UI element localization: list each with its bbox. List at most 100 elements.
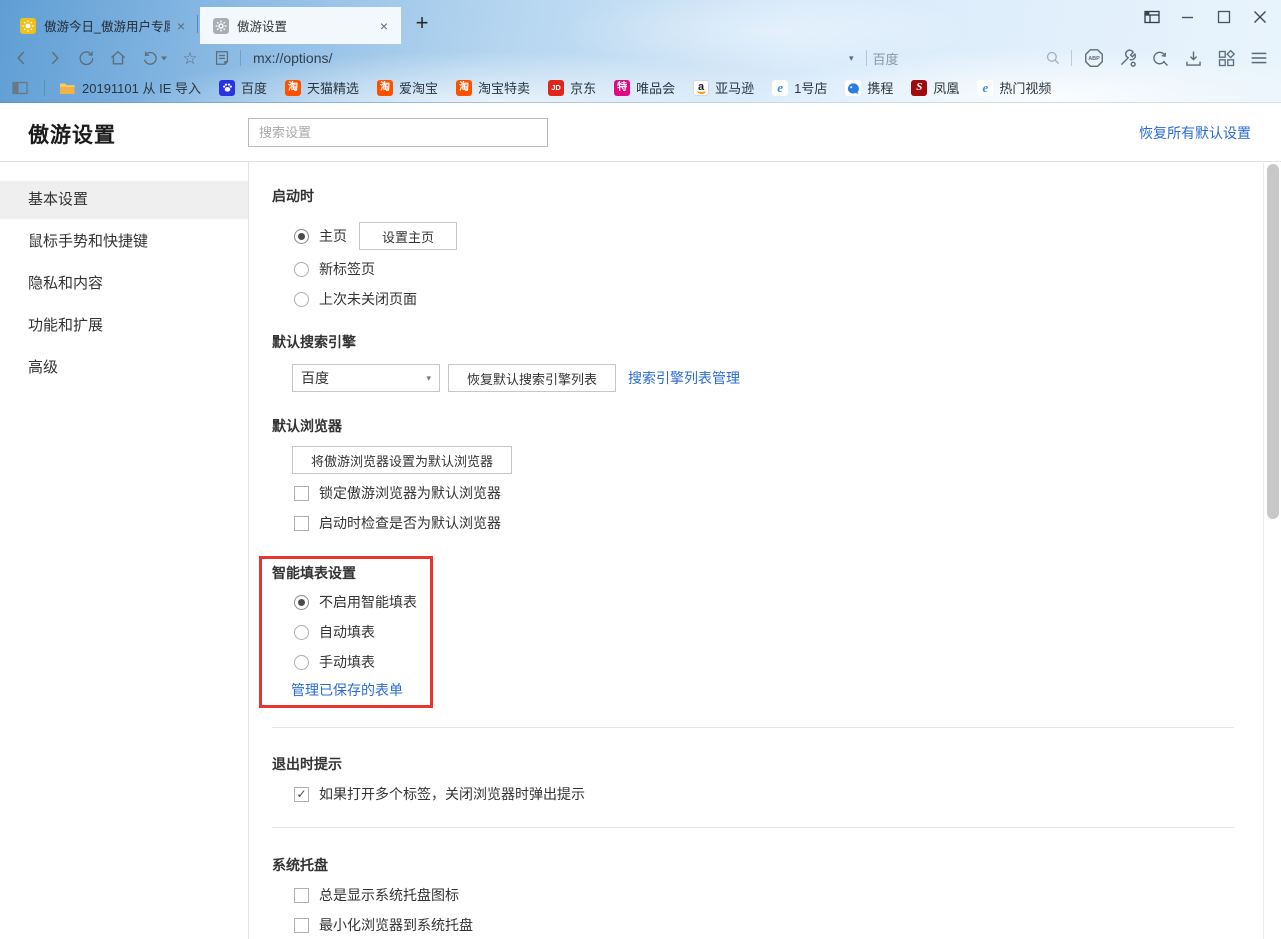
reload-icon[interactable] (74, 46, 98, 70)
bookmark-label: 20191101 从 IE 导入 (82, 78, 201, 97)
smart-fill-option-disable[interactable]: 不启用智能填表 (272, 588, 1264, 616)
check-default-on-start-option[interactable]: 启动时检查是否为默认浏览器 (272, 509, 1264, 537)
option-label: 手动填表 (319, 652, 375, 672)
manage-engine-list-link[interactable]: 搜索引擎列表管理 (628, 368, 740, 388)
refresh-search-icon[interactable] (1148, 46, 1172, 70)
checkbox-icon[interactable] (294, 888, 309, 903)
notes-icon[interactable] (210, 46, 234, 70)
restore-engine-list-button[interactable]: 恢复默认搜索引擎列表 (448, 364, 616, 392)
bookmark-tmall[interactable]: 淘 天猫精选 (285, 78, 359, 97)
sidebar-item-features-extensions[interactable]: 功能和扩展 (0, 307, 248, 345)
favorites-star-icon[interactable]: ☆ (178, 46, 202, 70)
bookmark-folder-ie-import[interactable]: 20191101 从 IE 导入 (59, 78, 201, 97)
adblock-abp-icon[interactable]: ABP (1082, 46, 1106, 70)
sidebar-item-mouse-gestures[interactable]: 鼠标手势和快捷键 (0, 223, 248, 261)
smart-fill-option-auto[interactable]: 自动填表 (272, 618, 1264, 646)
wrench-tools-icon[interactable] (1115, 46, 1139, 70)
checkbox-icon[interactable] (294, 516, 309, 531)
checkbox-checked-icon[interactable]: ✓ (294, 787, 309, 802)
bookmark-taobao-sale[interactable]: 淘 淘宝特卖 (456, 78, 530, 97)
option-label: 新标签页 (319, 259, 375, 279)
set-homepage-button[interactable]: 设置主页 (359, 222, 457, 250)
bookmark-amazon[interactable]: a 亚马逊 (693, 78, 754, 97)
window-controls (1141, 6, 1271, 28)
maximize-icon[interactable] (1213, 6, 1235, 28)
back-icon[interactable] (10, 46, 34, 70)
tab-title: 傲游设置 (237, 16, 373, 35)
tray-always-show-option[interactable]: 总是显示系统托盘图标 (272, 881, 1264, 909)
bookmark-vip[interactable]: 特 唯品会 (614, 78, 675, 97)
settings-search-input[interactable] (248, 118, 548, 147)
main-menu-icon[interactable] (1247, 46, 1271, 70)
section-divider (272, 727, 1234, 728)
tab-maxthon-today[interactable]: 傲游今日_傲游用户专属的网 × (8, 7, 194, 44)
tab-title: 傲游今日_傲游用户专属的网 (44, 16, 170, 35)
toolbar-icons: ABP (1082, 46, 1271, 70)
exit-prompt-option[interactable]: ✓ 如果打开多个标签，关闭浏览器时弹出提示 (272, 780, 1264, 808)
set-default-browser-button[interactable]: 将傲游浏览器设置为默认浏览器 (292, 446, 512, 474)
scrollbar-thumb[interactable] (1267, 164, 1279, 519)
quick-search-box[interactable]: ▾ 百度 (843, 46, 1065, 70)
bookmark-label: 携程 (867, 78, 893, 97)
tab-maxthon-settings[interactable]: 傲游设置 × (200, 7, 401, 44)
window-chrome: 傲游今日_傲游用户专属的网 × 傲游设置 × + (0, 0, 1281, 103)
bookmark-baidu[interactable]: 百度 (219, 78, 267, 97)
radio-icon[interactable] (294, 292, 309, 307)
checkbox-icon[interactable] (294, 486, 309, 501)
option-label: 如果打开多个标签，关闭浏览器时弹出提示 (319, 784, 585, 804)
select-caret-icon: ▾ (426, 373, 431, 384)
undo-close-icon[interactable] (138, 46, 170, 70)
forward-icon[interactable] (42, 46, 66, 70)
radio-selected-icon[interactable] (294, 595, 309, 610)
startup-option-newtab[interactable]: 新标签页 (272, 255, 1264, 283)
restore-all-defaults-link[interactable]: 恢复所有默认设置 (1139, 123, 1251, 143)
search-engine-select[interactable]: 百度 ▾ (292, 364, 440, 392)
bookmark-label: 淘宝特卖 (478, 78, 530, 97)
download-icon[interactable] (1181, 46, 1205, 70)
home-icon[interactable] (106, 46, 130, 70)
page-scrollbar[interactable] (1263, 163, 1281, 939)
search-engine-caret-icon[interactable]: ▾ (843, 53, 860, 64)
vip-favicon: 特 (614, 80, 630, 96)
tab-close-icon[interactable]: × (377, 19, 391, 33)
svg-text:ABP: ABP (1088, 56, 1100, 62)
bookmark-jd[interactable]: JD 京东 (548, 78, 596, 97)
search-icon[interactable] (1041, 46, 1065, 70)
bookmark-ctrip[interactable]: 携程 (845, 78, 893, 97)
bookmark-yhd[interactable]: e 1号店 (772, 78, 827, 97)
address-url[interactable]: mx://options/ (253, 50, 843, 66)
bookmark-label: 1号店 (794, 78, 827, 97)
close-window-icon[interactable] (1249, 6, 1271, 28)
taobao-favicon: 淘 (285, 80, 301, 96)
search-engine-name[interactable]: 百度 (873, 49, 1041, 68)
sidebar-toggle-icon[interactable] (10, 76, 30, 100)
sidebar-item-advanced[interactable]: 高级 (0, 349, 248, 387)
radio-icon[interactable] (294, 625, 309, 640)
bookmark-hot-video[interactable]: e 热门视频 (977, 78, 1051, 97)
sidebar-item-basic-settings[interactable]: 基本设置 (0, 181, 248, 219)
manage-saved-forms-link[interactable]: 管理已保存的表单 (291, 680, 403, 700)
tab-close-icon[interactable]: × (174, 19, 188, 33)
bookmark-label: 亚马逊 (715, 78, 754, 97)
option-label: 主页 (319, 226, 347, 246)
layout-panel-icon[interactable] (1141, 6, 1163, 28)
ctrip-dolphin-favicon (845, 80, 861, 96)
checkbox-icon[interactable] (294, 918, 309, 933)
bookmark-aitaobao[interactable]: 淘 爱淘宝 (377, 78, 438, 97)
default-browser-controls: 将傲游浏览器设置为默认浏览器 (272, 446, 1264, 474)
radio-selected-icon[interactable] (294, 229, 309, 244)
bookmark-ifeng[interactable]: S 凤凰 (911, 78, 959, 97)
new-tab-button[interactable]: + (408, 9, 436, 37)
radio-icon[interactable] (294, 262, 309, 277)
jd-favicon: JD (548, 80, 564, 96)
startup-option-restore-session[interactable]: 上次未关闭页面 (272, 285, 1264, 313)
smart-fill-option-manual[interactable]: 手动填表 (272, 648, 1264, 676)
section-title-smart-fill: 智能填表设置 (272, 563, 1264, 583)
startup-option-homepage[interactable]: 主页 设置主页 (272, 222, 1264, 250)
radio-icon[interactable] (294, 655, 309, 670)
quick-access-grid-icon[interactable] (1214, 46, 1238, 70)
lock-default-browser-option[interactable]: 锁定傲游浏览器为默认浏览器 (272, 479, 1264, 507)
minimize-icon[interactable] (1177, 6, 1199, 28)
sidebar-item-privacy-content[interactable]: 隐私和内容 (0, 265, 248, 303)
tray-minimize-option[interactable]: 最小化浏览器到系统托盘 (272, 911, 1264, 939)
